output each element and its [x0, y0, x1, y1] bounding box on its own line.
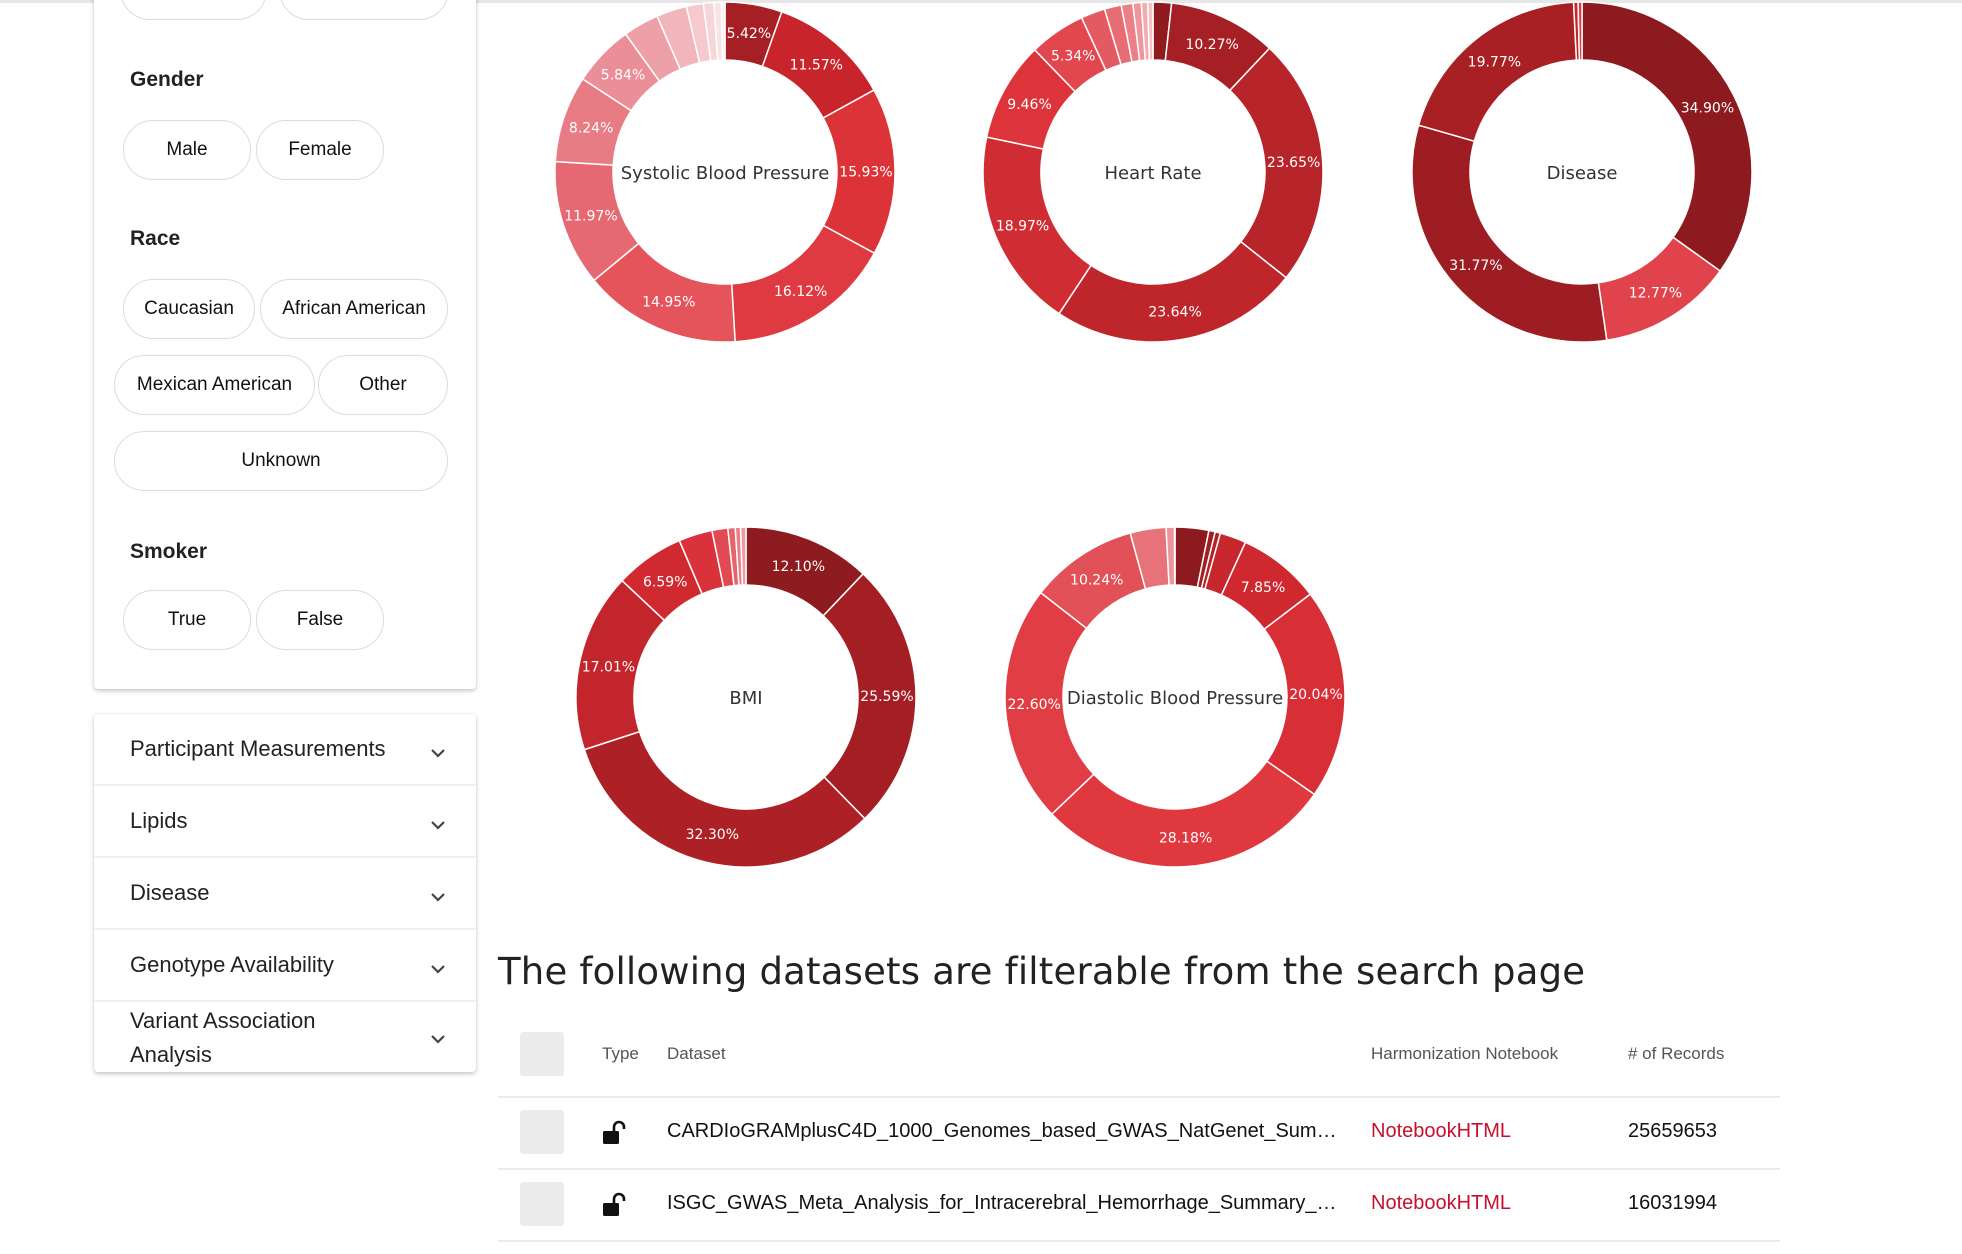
- donut-slice-label: 11.57%: [790, 58, 843, 74]
- record-count: 25659653: [1628, 1120, 1717, 1142]
- table-header-row: Type Dataset Harmonization Notebook # of…: [498, 1020, 1780, 1098]
- record-count: 16031994: [1628, 1192, 1717, 1214]
- donut-bmi: 12.10% 25.59% 32.30% 17.01% 6.59% BMI: [575, 526, 917, 868]
- donut-heart-rate: 10.27% 23.65% 23.64% 18.97% 9.46% 5.34% Heart …: [982, 1, 1324, 343]
- select-all-checkbox[interactable]: [520, 1032, 564, 1076]
- chevron-down-icon: [431, 965, 445, 974]
- donut-slice[interactable]: [1057, 240, 1288, 343]
- table-row[interactable]: ISGC_GWAS_Meta_Analysis_for_Intracerebra…: [498, 1170, 1780, 1242]
- donut-slice-label: 7.85%: [1241, 580, 1285, 596]
- column-header-type: Type: [602, 1044, 639, 1063]
- donut-slice-label: 28.18%: [1159, 831, 1212, 847]
- donut-center-title: Disease: [1547, 163, 1618, 184]
- datasets-section-title: The following datasets are filterable fr…: [498, 950, 1586, 993]
- donut-slice[interactable]: [720, 1, 726, 61]
- notebook-html-link[interactable]: NotebookHTML: [1371, 1120, 1511, 1143]
- notebook-html-link[interactable]: NotebookHTML: [1371, 1192, 1511, 1215]
- dataset-name: ISGC_GWAS_Meta_Analysis_for_Intracerebra…: [667, 1192, 1337, 1214]
- donut-slice-label: 17.01%: [582, 659, 635, 675]
- donut-slice-label: 5.42%: [727, 26, 771, 42]
- donut-slice[interactable]: [1411, 124, 1608, 343]
- donut-slice-label: 10.27%: [1185, 37, 1238, 53]
- donut-slice-label: 31.77%: [1449, 258, 1502, 274]
- donut-slice-label: 5.34%: [1051, 49, 1095, 65]
- donut-slice[interactable]: [1417, 1, 1578, 143]
- donut-slice-label: 34.90%: [1681, 101, 1734, 117]
- donut-slice[interactable]: [583, 730, 866, 868]
- accordion-variant-association-analysis[interactable]: Variant Association Analysis: [94, 1002, 476, 1072]
- column-header-notebook: Harmonization Notebook: [1371, 1044, 1559, 1063]
- donut-slice-label: 5.84%: [601, 68, 645, 84]
- donut-disease: 34.90% 12.77% 31.77% 19.77% Disease: [1411, 1, 1753, 343]
- donut-slice[interactable]: [1581, 1, 1753, 273]
- donut-center-title: BMI: [729, 688, 762, 709]
- donut-slice-label: 32.30%: [686, 827, 739, 843]
- table-row[interactable]: CARDIoGRAMplusC4D_1000_Genomes_based_GWA…: [498, 1098, 1780, 1170]
- donut-charts: 5.42% 11.57% 15.93% 16.12% 14.95% 11.97% 8.24%…: [554, 1, 1753, 868]
- donut-slice-label: 19.77%: [1468, 55, 1521, 71]
- row-checkbox[interactable]: [520, 1182, 564, 1226]
- donut-slice-label: 15.93%: [839, 165, 892, 181]
- donut-systolic-blood-pressure: 5.42% 11.57% 15.93% 16.12% 14.95% 11.97% 8.24%…: [554, 1, 896, 343]
- column-header-records: # of Records: [1628, 1044, 1725, 1063]
- donut-slice-label: 25.59%: [860, 689, 913, 705]
- donut-slice-label: 20.04%: [1289, 687, 1342, 703]
- accordion-label: Variant Association Analysis: [130, 1008, 316, 1067]
- donut-diastolic-blood-pressure: 7.85% 20.04% 28.18% 22.60% 10.24% Diastolic B…: [1004, 526, 1346, 868]
- unlock-icon: [603, 1120, 626, 1144]
- donut-slice[interactable]: [1146, 1, 1154, 61]
- chevron-down-icon: [431, 1035, 445, 1044]
- accordion-genotype-availability[interactable]: Genotype Availability: [94, 930, 476, 1002]
- donut-slice-label: 6.59%: [643, 574, 687, 590]
- donut-slice-label: 22.60%: [1007, 697, 1060, 713]
- column-header-dataset: Dataset: [667, 1044, 726, 1063]
- donut-center-title: Heart Rate: [1104, 163, 1201, 184]
- donut-slice-label: 12.10%: [772, 559, 825, 575]
- donut-center-title: Systolic Blood Pressure: [621, 163, 830, 184]
- donut-slice-label: 9.46%: [1007, 97, 1051, 113]
- donut-center-title: Diastolic Blood Pressure: [1067, 688, 1283, 709]
- donut-slice[interactable]: [1577, 1, 1583, 61]
- donut-slice-label: 11.97%: [564, 209, 617, 225]
- donut-slice-label: 8.24%: [569, 121, 613, 137]
- donut-slice-label: 16.12%: [774, 284, 827, 300]
- row-checkbox[interactable]: [520, 1110, 564, 1154]
- unlock-icon: [603, 1192, 626, 1216]
- dataset-name: CARDIoGRAMplusC4D_1000_Genomes_based_GWA…: [667, 1120, 1337, 1142]
- donut-slice-label: 12.77%: [1629, 285, 1682, 301]
- donut-slice-label: 14.95%: [642, 294, 695, 310]
- donut-slice-label: 23.64%: [1148, 304, 1201, 320]
- donut-slice-label: 23.65%: [1267, 155, 1320, 171]
- accordion-label: Genotype Availability: [130, 952, 334, 977]
- donut-slice-label: 18.97%: [996, 218, 1049, 234]
- donut-slice-label: 10.24%: [1070, 573, 1123, 589]
